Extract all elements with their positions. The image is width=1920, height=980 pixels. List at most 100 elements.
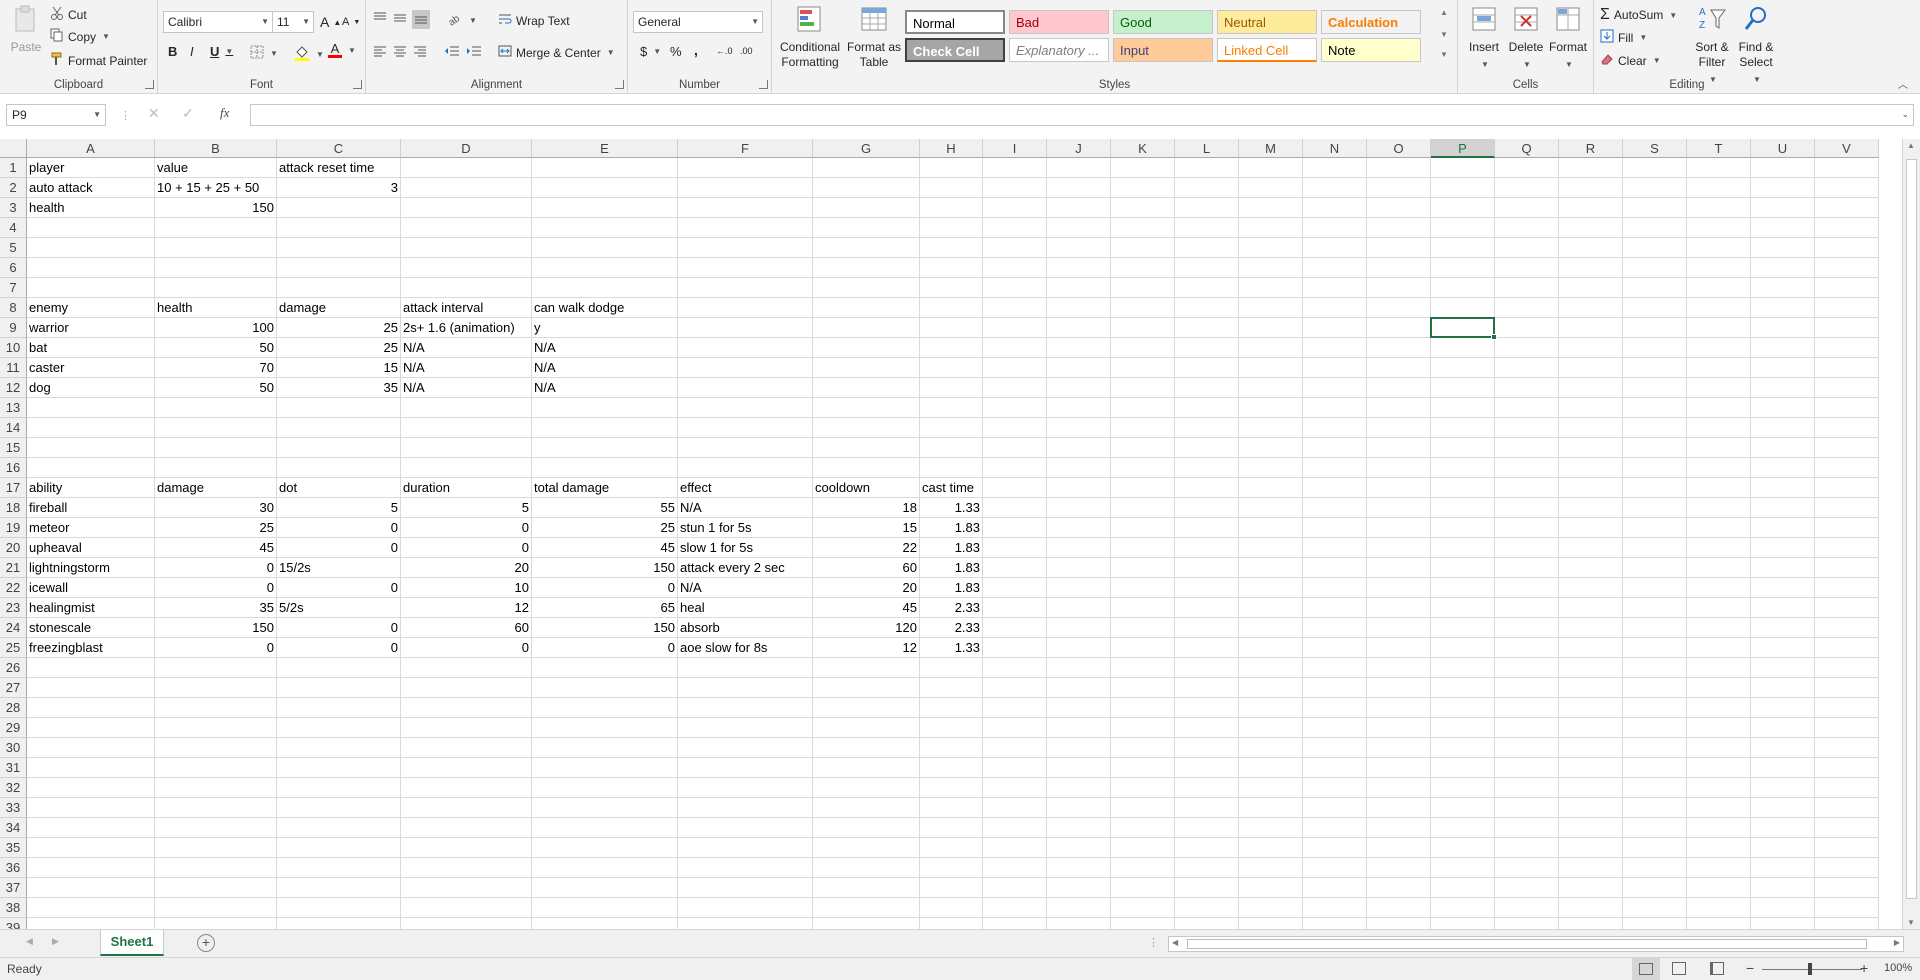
cell-c17[interactable]: dot — [277, 478, 401, 498]
cell-t14[interactable] — [1687, 418, 1751, 438]
cell-d31[interactable] — [401, 758, 532, 778]
cell-t34[interactable] — [1687, 818, 1751, 838]
cell-b20[interactable]: 45 — [155, 538, 277, 558]
cell-e14[interactable] — [532, 418, 678, 438]
cell-h39[interactable] — [920, 918, 983, 929]
cell-l33[interactable] — [1175, 798, 1239, 818]
cell-p18[interactable] — [1431, 498, 1495, 518]
cell-f33[interactable] — [678, 798, 813, 818]
cell-c19[interactable]: 0 — [277, 518, 401, 538]
cell-p31[interactable] — [1431, 758, 1495, 778]
cell-b27[interactable] — [155, 678, 277, 698]
cell-style-calculation[interactable]: Calculation — [1321, 10, 1421, 34]
borders-button[interactable]: ▼ — [250, 45, 278, 62]
cell-u36[interactable] — [1751, 858, 1815, 878]
cell-h23[interactable]: 2.33 — [920, 598, 983, 618]
cell-t20[interactable] — [1687, 538, 1751, 558]
row-header-13[interactable]: 13 — [0, 398, 27, 418]
cell-s4[interactable] — [1623, 218, 1687, 238]
cell-s21[interactable] — [1623, 558, 1687, 578]
cell-h15[interactable] — [920, 438, 983, 458]
copy-button[interactable]: Copy ▼ — [50, 28, 110, 45]
cell-e26[interactable] — [532, 658, 678, 678]
cell-c9[interactable]: 25 — [277, 318, 401, 338]
cell-c7[interactable] — [277, 278, 401, 298]
font-color-button[interactable]: A ▼ — [328, 42, 356, 58]
cell-i33[interactable] — [983, 798, 1047, 818]
cell-j30[interactable] — [1047, 738, 1111, 758]
cell-t31[interactable] — [1687, 758, 1751, 778]
cell-q27[interactable] — [1495, 678, 1559, 698]
cell-b25[interactable]: 0 — [155, 638, 277, 658]
cell-p30[interactable] — [1431, 738, 1495, 758]
cell-q7[interactable] — [1495, 278, 1559, 298]
percent-button[interactable]: % — [670, 44, 682, 59]
cell-n4[interactable] — [1303, 218, 1367, 238]
cell-v26[interactable] — [1815, 658, 1879, 678]
cell-s19[interactable] — [1623, 518, 1687, 538]
cell-f13[interactable] — [678, 398, 813, 418]
cell-o14[interactable] — [1367, 418, 1431, 438]
cell-t7[interactable] — [1687, 278, 1751, 298]
cell-c38[interactable] — [277, 898, 401, 918]
cell-i8[interactable] — [983, 298, 1047, 318]
cell-d11[interactable]: N/A — [401, 358, 532, 378]
cell-g4[interactable] — [813, 218, 920, 238]
cell-o8[interactable] — [1367, 298, 1431, 318]
cell-g32[interactable] — [813, 778, 920, 798]
cell-e33[interactable] — [532, 798, 678, 818]
cell-v25[interactable] — [1815, 638, 1879, 658]
cell-v30[interactable] — [1815, 738, 1879, 758]
cell-d38[interactable] — [401, 898, 532, 918]
row-header-3[interactable]: 3 — [0, 198, 27, 218]
cell-u8[interactable] — [1751, 298, 1815, 318]
cell-k33[interactable] — [1111, 798, 1175, 818]
cell-h34[interactable] — [920, 818, 983, 838]
cell-b32[interactable] — [155, 778, 277, 798]
cell-u12[interactable] — [1751, 378, 1815, 398]
cell-b9[interactable]: 100 — [155, 318, 277, 338]
cell-o27[interactable] — [1367, 678, 1431, 698]
cell-q5[interactable] — [1495, 238, 1559, 258]
cell-f15[interactable] — [678, 438, 813, 458]
normal-view-button[interactable] — [1632, 958, 1660, 980]
cell-l5[interactable] — [1175, 238, 1239, 258]
cell-q34[interactable] — [1495, 818, 1559, 838]
cell-k16[interactable] — [1111, 458, 1175, 478]
cell-s25[interactable] — [1623, 638, 1687, 658]
cell-r36[interactable] — [1559, 858, 1623, 878]
cell-n38[interactable] — [1303, 898, 1367, 918]
cell-m7[interactable] — [1239, 278, 1303, 298]
cell-v3[interactable] — [1815, 198, 1879, 218]
column-header-n[interactable]: N — [1303, 139, 1367, 158]
cell-e15[interactable] — [532, 438, 678, 458]
cell-p4[interactable] — [1431, 218, 1495, 238]
cell-v9[interactable] — [1815, 318, 1879, 338]
cell-f7[interactable] — [678, 278, 813, 298]
cell-c23[interactable]: 5/2s — [277, 598, 401, 618]
cell-f28[interactable] — [678, 698, 813, 718]
cell-d22[interactable]: 10 — [401, 578, 532, 598]
cell-q14[interactable] — [1495, 418, 1559, 438]
cell-h32[interactable] — [920, 778, 983, 798]
cell-f10[interactable] — [678, 338, 813, 358]
cell-n31[interactable] — [1303, 758, 1367, 778]
cell-j27[interactable] — [1047, 678, 1111, 698]
cell-i38[interactable] — [983, 898, 1047, 918]
cell-e5[interactable] — [532, 238, 678, 258]
cell-t17[interactable] — [1687, 478, 1751, 498]
cell-p29[interactable] — [1431, 718, 1495, 738]
cell-o35[interactable] — [1367, 838, 1431, 858]
cell-m22[interactable] — [1239, 578, 1303, 598]
cell-v27[interactable] — [1815, 678, 1879, 698]
cell-f37[interactable] — [678, 878, 813, 898]
cell-b6[interactable] — [155, 258, 277, 278]
cell-e28[interactable] — [532, 698, 678, 718]
cell-v33[interactable] — [1815, 798, 1879, 818]
cell-t19[interactable] — [1687, 518, 1751, 538]
cell-d33[interactable] — [401, 798, 532, 818]
cell-f26[interactable] — [678, 658, 813, 678]
cell-h29[interactable] — [920, 718, 983, 738]
cell-j15[interactable] — [1047, 438, 1111, 458]
column-header-l[interactable]: L — [1175, 139, 1239, 158]
